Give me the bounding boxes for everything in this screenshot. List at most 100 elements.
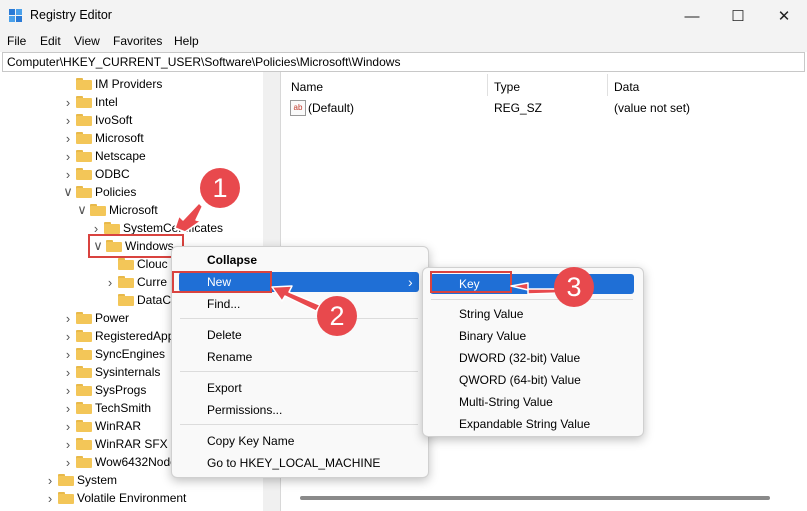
chevron-right-icon[interactable]: › (62, 147, 74, 165)
chevron-right-icon[interactable]: › (62, 399, 74, 417)
tree-item[interactable]: › Wow6432Node (62, 453, 177, 471)
menu-item-delete[interactable]: Delete (207, 325, 242, 345)
chevron-down-icon[interactable]: ∨ (76, 201, 88, 219)
folder-icon (104, 222, 120, 234)
tree-item-label: Microsoft (95, 131, 144, 145)
submenu-item-expandable-string-value[interactable]: Expandable String Value (459, 414, 590, 434)
folder-icon (58, 474, 74, 486)
tree-item[interactable]: › Power (62, 309, 129, 327)
chevron-right-icon[interactable]: › (62, 111, 74, 129)
menu-item-find[interactable]: Find... (207, 294, 240, 314)
tree-item-label: Microsoft (109, 203, 158, 217)
tree-item[interactable]: › WinRAR (62, 417, 141, 435)
column-type[interactable]: Type (494, 80, 520, 94)
submenu-item-binary-value[interactable]: Binary Value (459, 326, 526, 346)
minimize-icon: — (684, 7, 700, 25)
chevron-right-icon[interactable]: › (62, 93, 74, 111)
tree-item[interactable]: › Microsoft (62, 129, 144, 147)
tree-item-label: SysProgs (95, 383, 147, 397)
tree-item-label: WinRAR (95, 419, 142, 433)
chevron-right-icon[interactable]: › (62, 309, 74, 327)
chevron-right-icon[interactable]: › (62, 417, 74, 435)
tree-item-label: Netscape (95, 149, 146, 163)
value-type: REG_SZ (494, 101, 543, 115)
chevron-right-icon[interactable]: › (62, 129, 74, 147)
tree-item[interactable]: › RegisteredApp (62, 327, 175, 345)
folder-icon (76, 132, 92, 144)
tree-item-label: IM Providers (95, 77, 163, 91)
chevron-right-icon[interactable]: › (104, 273, 116, 291)
tree-item[interactable]: › Curre (104, 273, 167, 291)
tree-item[interactable]: DataC (104, 291, 171, 309)
tree-item[interactable]: › Volatile Environment (44, 489, 187, 507)
column-name[interactable]: Name (291, 80, 323, 94)
chevron-down-icon[interactable]: ∨ (62, 183, 74, 201)
chevron-right-icon[interactable]: › (62, 381, 74, 399)
folder-icon (76, 150, 92, 162)
menu-view[interactable]: View (74, 34, 100, 48)
key-item-highlight (430, 271, 512, 293)
horizontal-scrollbar[interactable] (300, 496, 770, 500)
chevron-right-icon[interactable]: › (62, 363, 74, 381)
menu-item-permissions[interactable]: Permissions... (207, 400, 282, 420)
tree-item[interactable]: IM Providers (62, 75, 162, 93)
submenu-item-dword-value[interactable]: DWORD (32-bit) Value (459, 348, 580, 368)
callout-badge-3: 3 (554, 267, 594, 307)
column-divider[interactable] (487, 74, 488, 96)
tree-item[interactable]: › System (44, 471, 117, 489)
registry-editor-icon (9, 9, 22, 22)
folder-icon (118, 258, 134, 270)
tree-item-label: Intel (95, 95, 118, 109)
chevron-right-icon[interactable]: › (62, 435, 74, 453)
tree-item-label: IvoSoft (95, 113, 133, 127)
menu-edit[interactable]: Edit (40, 34, 61, 48)
maximize-button[interactable]: ☐ (715, 0, 761, 32)
menu-item-export[interactable]: Export (207, 378, 242, 398)
menu-item-collapse[interactable]: Collapse (207, 250, 257, 270)
tree-item-label: Wow6432Node (95, 455, 177, 469)
tree-item[interactable]: › Intel (62, 93, 118, 111)
tree-item[interactable]: › WinRAR SFX (62, 435, 168, 453)
tree-item[interactable]: › ODBC (62, 165, 130, 183)
chevron-right-icon[interactable]: › (44, 471, 56, 489)
string-value-icon: ab (290, 100, 306, 116)
tree-item-label: SystemCertificates (123, 221, 224, 235)
column-data[interactable]: Data (614, 80, 639, 94)
chevron-right-icon[interactable]: › (62, 165, 74, 183)
column-divider[interactable] (607, 74, 608, 96)
tree-item-label: Sysinternals (95, 365, 161, 379)
tree-item[interactable]: ∨ Policies (62, 183, 136, 201)
menu-item-goto-hklm[interactable]: Go to HKEY_LOCAL_MACHINE (207, 453, 380, 473)
tree-item[interactable]: › IvoSoft (62, 111, 133, 129)
tree-item[interactable]: › SysProgs (62, 381, 147, 399)
menu-item-copy-key-name[interactable]: Copy Key Name (207, 431, 294, 451)
submenu-item-multi-string-value[interactable]: Multi-String Value (459, 392, 553, 412)
menu-bar: File Edit View Favorites Help (0, 32, 807, 52)
menu-help[interactable]: Help (174, 34, 199, 48)
tree-item[interactable]: ∨ Microsoft (76, 201, 158, 219)
tree-item[interactable]: › Netscape (62, 147, 146, 165)
minimize-button[interactable]: — (669, 0, 715, 32)
callout-badge-2: 2 (317, 296, 357, 336)
maximize-icon: ☐ (731, 8, 745, 25)
menu-item-rename[interactable]: Rename (207, 347, 252, 367)
address-bar[interactable]: Computer\HKEY_CURRENT_USER\Software\Poli… (2, 52, 805, 72)
tree-item[interactable]: › SyncEngines (62, 345, 165, 363)
tree-item-label: ODBC (95, 167, 130, 181)
chevron-right-icon[interactable]: › (62, 327, 74, 345)
address-path: Computer\HKEY_CURRENT_USER\Software\Poli… (7, 55, 401, 69)
menu-favorites[interactable]: Favorites (113, 34, 162, 48)
chevron-right-icon[interactable]: › (44, 489, 56, 507)
close-button[interactable]: ✕ (761, 0, 807, 32)
new-item-highlight (172, 271, 272, 293)
menu-file[interactable]: File (7, 34, 26, 48)
no-chevron (104, 291, 116, 309)
chevron-right-icon[interactable]: › (62, 453, 74, 471)
menu-separator (180, 318, 418, 319)
value-name[interactable]: (Default) (308, 101, 354, 115)
submenu-item-qword-value[interactable]: QWORD (64-bit) Value (459, 370, 581, 390)
tree-item[interactable]: › Sysinternals (62, 363, 161, 381)
chevron-right-icon[interactable]: › (62, 345, 74, 363)
submenu-item-string-value[interactable]: String Value (459, 304, 523, 324)
tree-item[interactable]: › TechSmith (62, 399, 151, 417)
